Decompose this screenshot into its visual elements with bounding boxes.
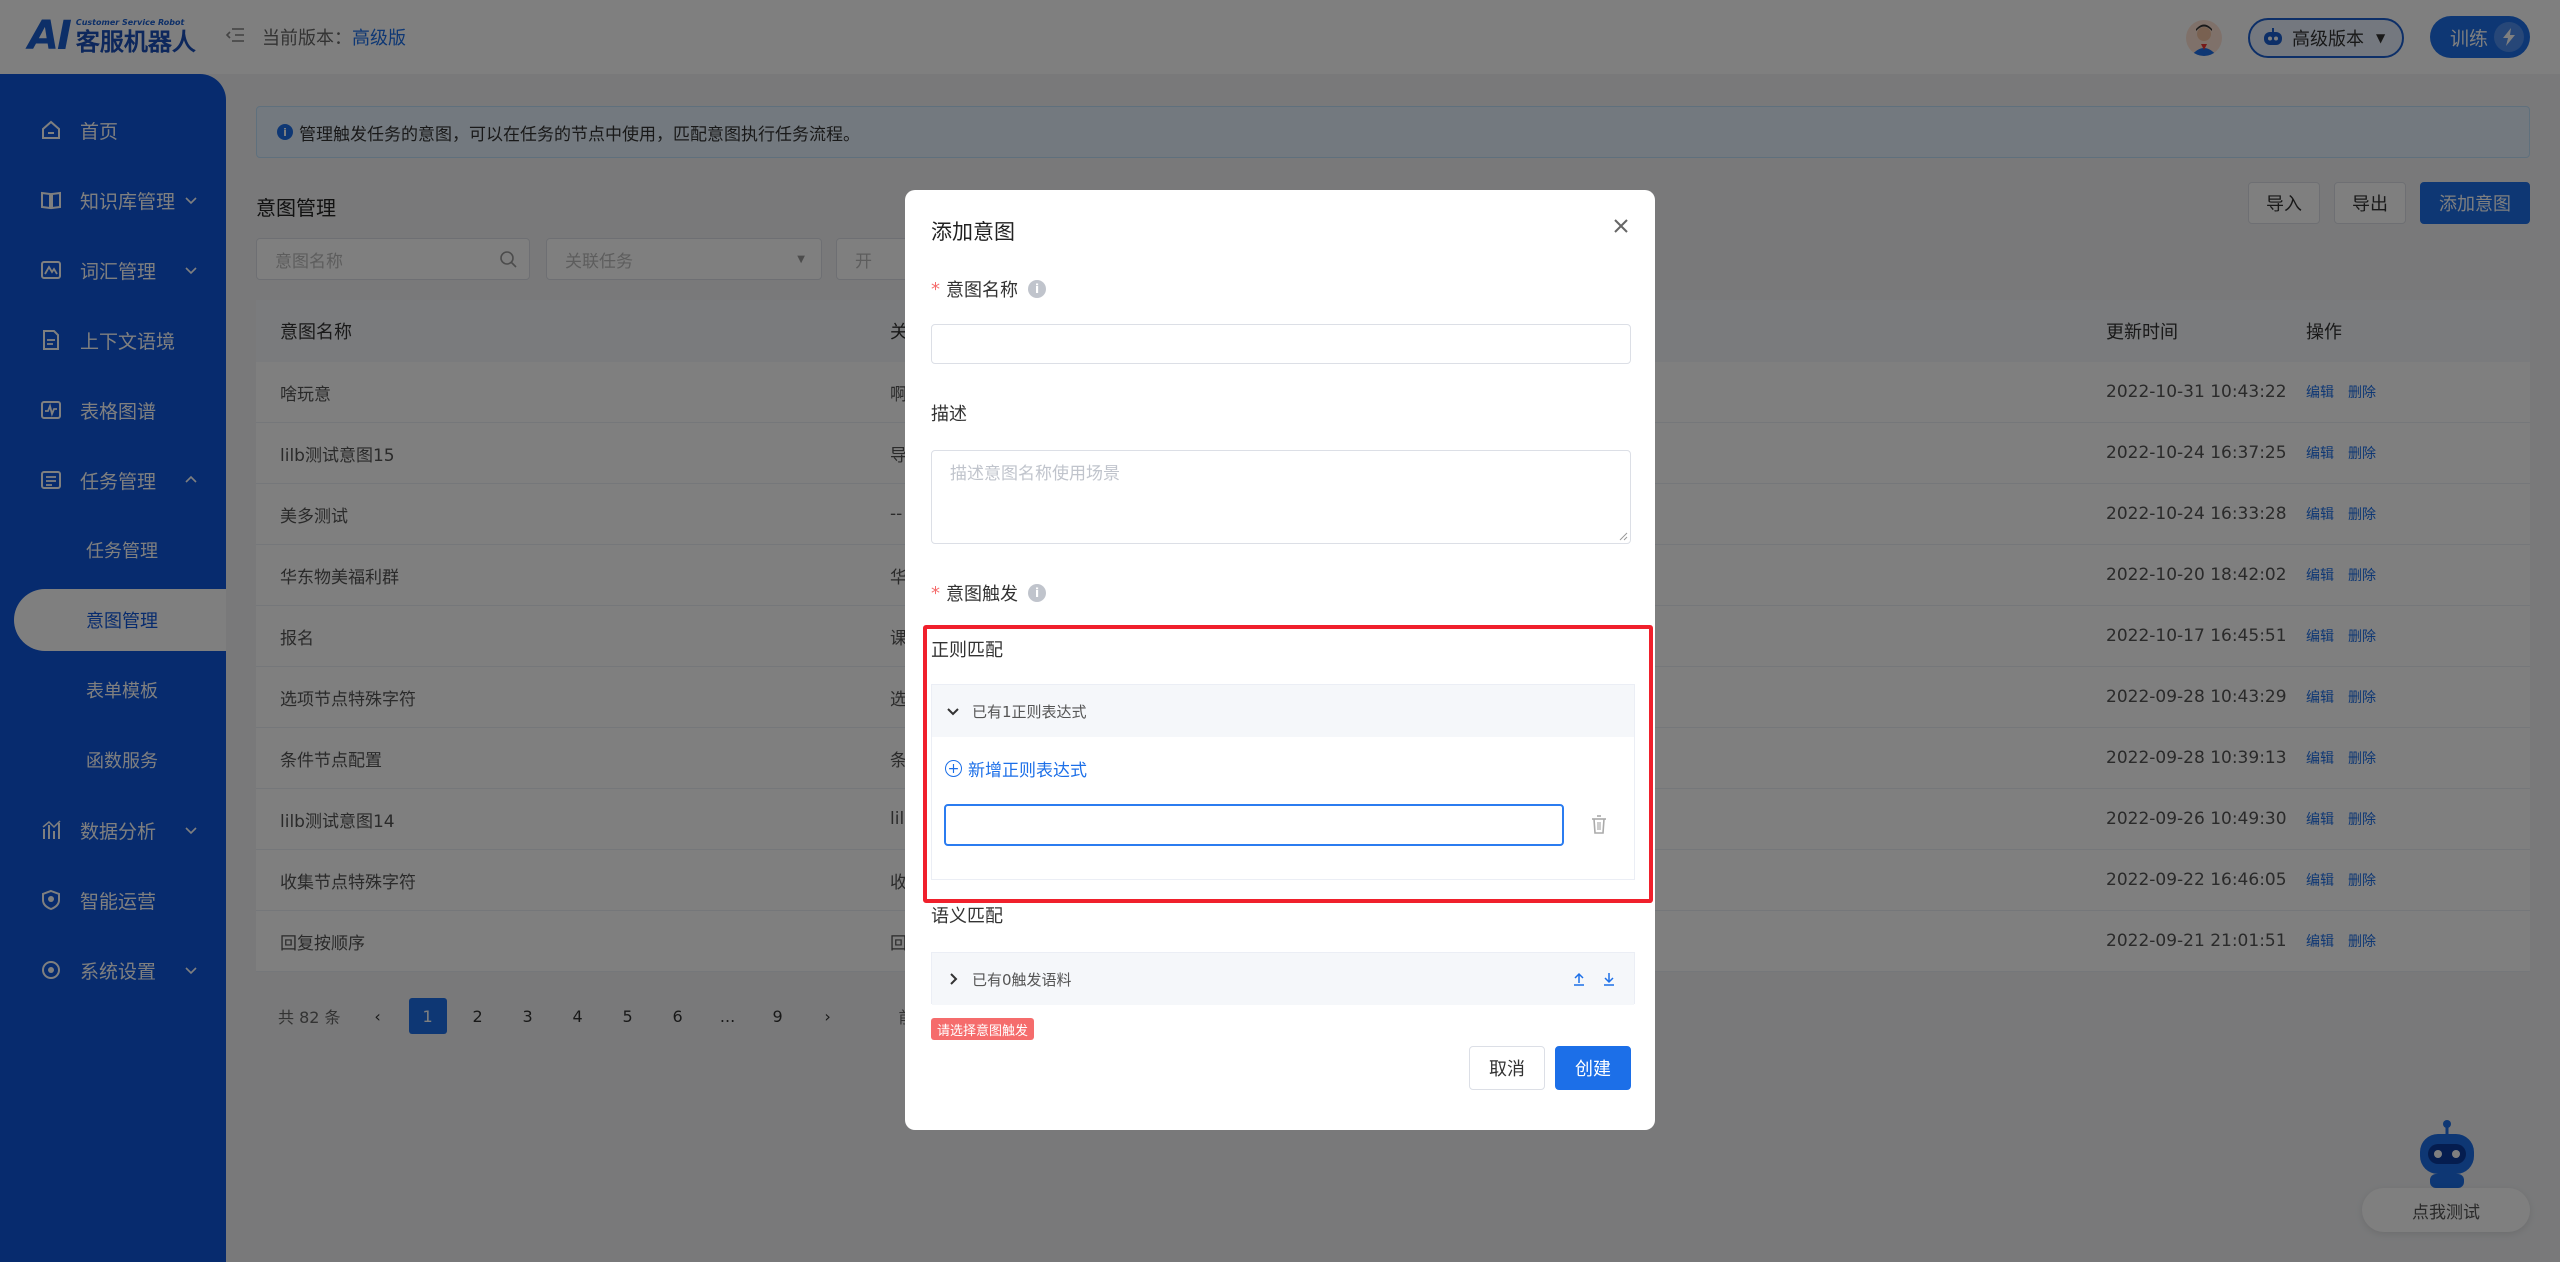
semantic-count: 已有0触发语料 (972, 970, 1072, 989)
resize-handle-icon[interactable] (1618, 531, 1628, 541)
download-icon[interactable] (1602, 971, 1616, 987)
intent-name-label-text: 意图名称 (946, 280, 1018, 301)
create-button[interactable]: 创建 (1555, 1046, 1631, 1090)
intent-name-label: * 意图名称 i (931, 276, 1046, 302)
close-icon[interactable] (1609, 214, 1633, 238)
semantic-collapse: 已有0触发语料 (931, 952, 1635, 1005)
trigger-label-text: 意图触发 (946, 584, 1018, 605)
desc-label: 描述 (931, 404, 967, 425)
semantic-collapse-header[interactable]: 已有0触发语料 (932, 953, 1634, 1005)
modal-title: 添加意图 (931, 220, 1015, 244)
required-marker: * (931, 582, 940, 604)
highlight-box (923, 625, 1653, 903)
desc-textarea[interactable]: 描述意图名称使用场景 (931, 450, 1631, 544)
cancel-button[interactable]: 取消 (1469, 1046, 1545, 1090)
trigger-label: * 意图触发 i (931, 580, 1046, 606)
add-intent-modal: 添加意图 * 意图名称 i 描述 描述意图名称使用场景 * 意图触发 i 正则匹… (905, 190, 1655, 1130)
required-marker: * (931, 278, 940, 300)
chevron-right-icon (950, 973, 958, 985)
intent-name-input[interactable] (931, 324, 1631, 364)
upload-icon[interactable] (1572, 971, 1586, 987)
semantic-section-label: 语义匹配 (931, 906, 1003, 927)
error-tag: 请选择意图触发 (931, 1018, 1035, 1040)
help-icon[interactable]: i (1028, 280, 1046, 298)
help-icon[interactable]: i (1028, 584, 1046, 602)
desc-placeholder: 描述意图名称使用场景 (950, 464, 1120, 484)
